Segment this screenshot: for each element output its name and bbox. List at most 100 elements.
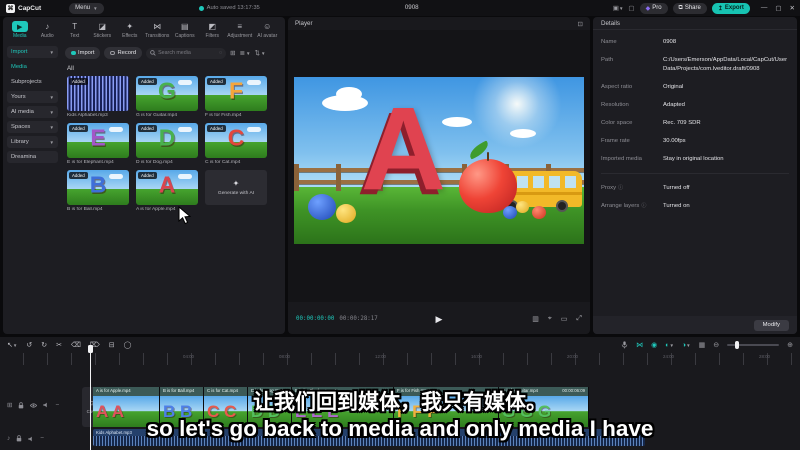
split-icon[interactable]: ✂ [56,341,62,349]
capcut-logo-icon: ⌘ [6,3,15,13]
titlebar: ⌘ CapCut Menu ▼ Auto saved 13:17:35 0908… [0,0,800,16]
chevron-down-icon: ▼ [93,5,98,11]
snapshot-icon[interactable]: ⌖ [548,315,552,323]
minimize-button[interactable]: — [761,4,768,12]
video-thumbnail[interactable]: Added C [205,123,267,158]
tab-ai-avatar[interactable]: ☺ AI avatar [254,21,282,39]
tab-effects[interactable]: ✦ Effects [116,21,144,39]
media-tile-d[interactable]: Added D D is for Dog.mp4 [136,123,198,165]
media-tile-audio[interactable]: Added Kids Alphabet.mp3 [67,76,129,118]
mask-icon[interactable]: ◯ [124,341,132,349]
panel-layout-icon[interactable]: ▢ [628,4,634,12]
audio-icon: ♪ [45,22,50,31]
close-button[interactable]: ✕ [790,4,795,12]
menu-button[interactable]: Menu ▼ [69,2,104,14]
player-title: Player [295,20,313,27]
video-thumbnail[interactable]: Added D [136,123,198,158]
search-icon [150,50,156,56]
chevron-down-icon: ▼ [49,94,54,100]
fullscreen-icon[interactable]: ⤢ [576,315,582,323]
timeline-zoom-slider[interactable] [727,341,780,350]
media-tile-b[interactable]: Added B B is for Ball.mp4 [67,170,129,212]
preview-axis-toggle-icon[interactable]: ◉ [651,341,657,349]
sort-icon[interactable]: ≣ ▼ [240,49,251,57]
tab-filters[interactable]: ◩ Filters [199,21,227,39]
current-time: 00:00:00:00 [296,316,335,322]
ribbon-tabs: ▶ Media ♪ Audio T Text ◪ Stickers ✦ Effe… [3,17,285,43]
apple-graphic [459,151,518,213]
generate-with-ai-tile[interactable]: ✦ Generate with AI [205,170,267,212]
tab-transitions[interactable]: ⋈ Transitions [144,21,172,39]
ratio-icon[interactable]: ▭ [561,315,568,323]
modify-button[interactable]: Modify [753,319,789,331]
share-icon: ⧉ [678,4,683,11]
import-icon [71,50,76,56]
zoom-out-icon[interactable]: ⊖ [713,341,719,349]
voiceover-mic-icon[interactable] [621,341,628,349]
play-button[interactable]: ▶ [436,314,443,325]
snap-toggle-icon[interactable]: ⋈ [636,341,643,349]
search-history-icon[interactable]: ◌ [219,50,222,56]
player-view-icon[interactable]: ⊡ [578,20,583,28]
redo-icon[interactable]: ↻ [41,341,47,349]
delete-left-icon[interactable]: ⌫ [71,341,81,349]
video-thumbnail[interactable]: Added E [67,123,129,158]
capcut-window: ⌘ CapCut Menu ▼ Auto saved 13:17:35 0908… [0,0,800,450]
video-thumbnail[interactable]: Added G [136,76,198,111]
filters-icon: ◩ [208,22,217,31]
pro-button[interactable]: ◆ Pro [639,2,668,14]
tab-text[interactable]: T Text [61,21,89,39]
preview-quality-icon[interactable]: ▥ [532,315,539,323]
sidebar-item-spaces[interactable]: Spaces ▼ [7,121,58,133]
record-button[interactable]: Record [104,47,143,59]
tab-stickers[interactable]: ◪ Stickers [89,21,117,39]
media-sidebar: Import ▼ Media Subprojects Yours ▼ AI me… [3,43,61,334]
info-icon[interactable]: ⓘ [641,203,646,209]
info-icon[interactable]: ⓘ [618,185,623,191]
video-thumbnail[interactable]: Added B [67,170,129,205]
sidebar-item-subprojects[interactable]: Subprojects [7,76,58,88]
select-tool-icon[interactable]: ↖▼ [7,341,17,349]
sound-toggle-icon[interactable]: ◑▼ [682,342,691,349]
delete-icon[interactable]: ⊟ [109,341,115,349]
project-title: 0908 [404,4,419,11]
filter-icon[interactable]: ⇅ ▼ [255,49,266,57]
all-filter-label[interactable]: All [67,65,279,72]
zoom-slider-handle[interactable] [735,341,740,350]
share-button[interactable]: ⧉ Share [672,2,707,14]
video-thumbnail[interactable]: Added A [136,170,198,205]
audio-thumbnail[interactable]: Added [67,76,129,111]
view-mode-icon[interactable]: ⊞ [230,49,235,57]
media-tile-c[interactable]: Added C C is for Cat.mp4 [205,123,267,165]
sidebar-item-ai-media[interactable]: AI media ▼ [7,106,58,118]
media-tile-e[interactable]: Added E E is for Elephant.mp4 [67,123,129,165]
undo-icon[interactable]: ↺ [26,341,32,349]
tab-adjustment[interactable]: ≡ Adjustment [226,21,254,39]
video-thumbnail[interactable]: Added F [205,76,267,111]
workspace-layout-icon[interactable]: ▣▼ [613,4,624,12]
search-input[interactable]: Search media ◌ [146,47,227,59]
media-tile-g[interactable]: Added G G is for Guitar.mp4 [136,76,198,118]
zoom-in-icon[interactable]: ⊕ [787,341,793,349]
detail-row-imported-media: Imported media Stay in original location [601,155,724,162]
sidebar-item-dreamina[interactable]: Dreamina [7,151,58,163]
link-toggle-icon[interactable]: ◐▼ [665,342,674,349]
text-icon: T [72,22,78,31]
sidebar-item-import[interactable]: Import ▼ [7,46,58,58]
export-button[interactable]: ↥ Export [711,2,750,14]
sidebar-item-library[interactable]: Library ▼ [7,136,58,148]
import-button[interactable]: Import [65,47,101,59]
timeline-ruler[interactable]: 04:00 08:00 12:00 16:00 20:00 24:00 28:0… [0,353,800,365]
tab-audio[interactable]: ♪ Audio [34,21,62,39]
render-preview-icon[interactable]: ▦ [699,341,706,349]
adjustment-icon: ≡ [237,22,243,31]
sidebar-item-media[interactable]: Media [7,61,58,73]
sidebar-item-yours[interactable]: Yours ▼ [7,91,58,103]
tab-media[interactable]: ▶ Media [6,21,34,39]
subtitle-english: so let's go back to media and only media… [146,416,654,441]
video-preview[interactable]: A [294,77,584,244]
maximize-button[interactable]: ▢ [775,4,781,12]
media-tile-f[interactable]: Added F F is for Fish.mp4 [205,76,267,118]
player-canvas: A [288,30,590,302]
tab-captions[interactable]: ▤ Captions [171,21,199,39]
